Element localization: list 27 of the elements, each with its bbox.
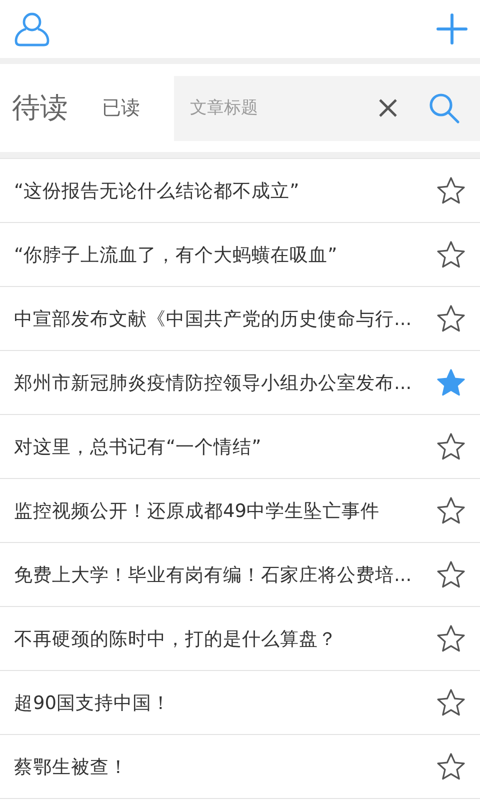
clear-icon[interactable]: [378, 98, 398, 118]
article-title[interactable]: 监控视频公开！还原成都49中学生坠亡事件: [14, 498, 436, 523]
article-title[interactable]: 超90国支持中国！: [14, 690, 436, 715]
article-title[interactable]: 郑州市新冠肺炎疫情防控领导小组办公室发布...: [14, 370, 436, 395]
star-icon[interactable]: [436, 752, 466, 782]
star-icon[interactable]: [436, 240, 466, 270]
article-title[interactable]: 蔡鄂生被查！: [14, 754, 436, 779]
article-title[interactable]: 对这里，总书记有“一个情结”: [14, 434, 436, 459]
article-title[interactable]: 不再硬颈的陈时中，打的是什么算盘？: [14, 626, 436, 651]
tab[interactable]: 已读: [102, 95, 140, 121]
star-icon[interactable]: [436, 432, 466, 462]
star-icon[interactable]: [436, 496, 466, 526]
article-title[interactable]: 中宣部发布文献《中国共产党的历史使命与行...: [14, 306, 436, 331]
profile-icon[interactable]: [14, 11, 50, 47]
star-icon[interactable]: [436, 176, 466, 206]
star-icon[interactable]: [436, 624, 466, 654]
search-icon[interactable]: [428, 92, 460, 124]
article-title[interactable]: 免费上大学！毕业有岗有编！石家庄将公费培...: [14, 562, 436, 587]
add-icon[interactable]: [436, 13, 468, 45]
star-icon[interactable]: [436, 304, 466, 334]
article-title[interactable]: “这份报告无论什么结论都不成立”: [14, 178, 436, 203]
tab[interactable]: 待读: [12, 89, 68, 127]
star-icon[interactable]: [436, 368, 466, 398]
star-icon[interactable]: [436, 560, 466, 590]
star-icon[interactable]: [436, 688, 466, 718]
article-title[interactable]: “你脖子上流血了，有个大蚂蟥在吸血”: [14, 242, 436, 267]
search-field[interactable]: 文章标题: [188, 97, 368, 119]
